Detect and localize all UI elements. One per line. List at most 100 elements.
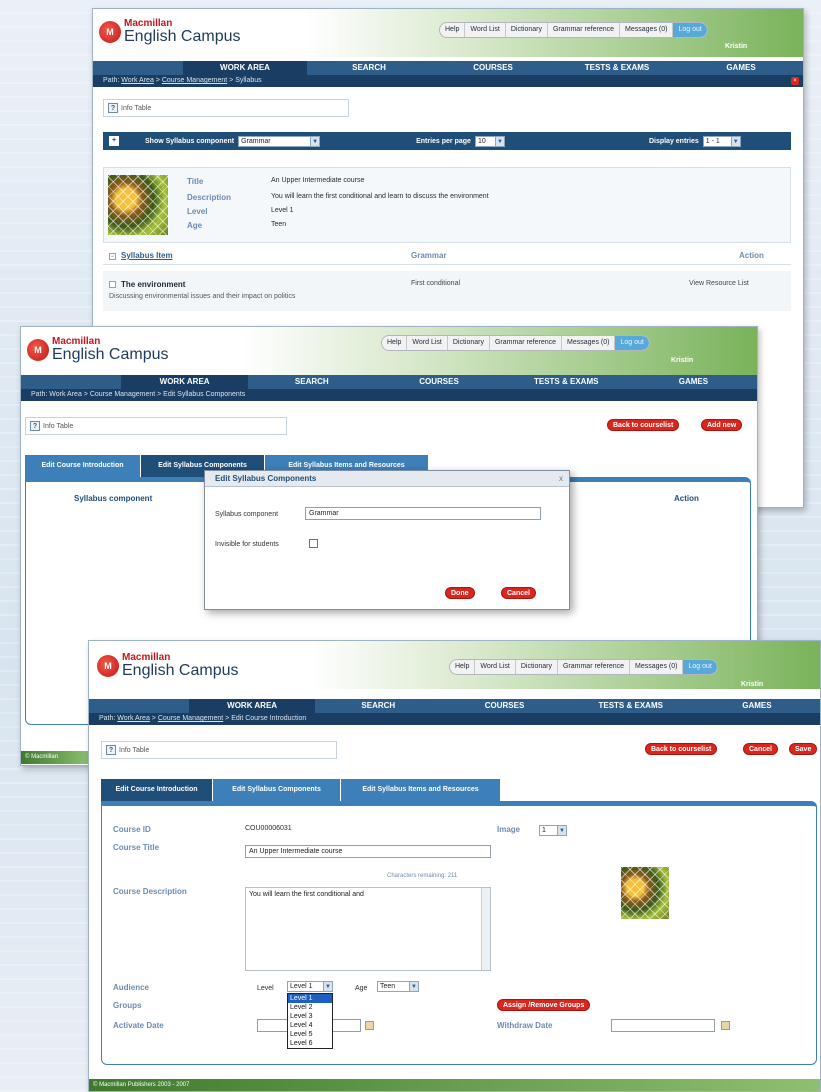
- messages-link[interactable]: Messages (0): [620, 23, 674, 37]
- course-summary: [103, 167, 791, 243]
- tab-edit-syllabus-items[interactable]: Edit Syllabus Items and Resources: [341, 779, 501, 801]
- nav-search[interactable]: SEARCH: [248, 375, 375, 389]
- nav-games[interactable]: GAMES: [694, 699, 820, 713]
- level-option[interactable]: Level 4: [288, 1021, 332, 1030]
- messages-link[interactable]: Messages (0): [562, 336, 616, 350]
- calendar-icon[interactable]: [721, 1021, 730, 1030]
- nav-work-area[interactable]: WORK AREA: [189, 699, 316, 713]
- display-entries-select[interactable]: 1 - 1 ▼: [702, 135, 741, 147]
- add-new-button[interactable]: Add new: [701, 419, 743, 431]
- nav-courses[interactable]: COURSES: [441, 699, 567, 713]
- dictionary-link[interactable]: Dictionary: [448, 336, 490, 350]
- cancel-button[interactable]: Cancel: [743, 743, 778, 755]
- help-icon: ?: [106, 745, 116, 755]
- level-option[interactable]: Level 6: [288, 1039, 332, 1048]
- close-icon[interactable]: ×: [791, 77, 799, 85]
- word-list-link[interactable]: Word List: [407, 336, 448, 350]
- syllabus-component-input[interactable]: Grammar: [305, 507, 541, 520]
- path-work-area-link[interactable]: Work Area: [121, 77, 154, 84]
- level-option[interactable]: Level 1: [288, 994, 332, 1003]
- col-grammar: Grammar: [411, 251, 447, 260]
- age-select[interactable]: Teen ▼: [377, 981, 419, 992]
- view-resource-list-link[interactable]: View Resource List: [689, 280, 749, 287]
- logout-button[interactable]: Log out: [673, 23, 707, 37]
- chevron-down-icon: ▼: [323, 982, 332, 991]
- age-label: Age: [187, 221, 203, 230]
- help-link[interactable]: Help: [450, 660, 476, 674]
- path-prefix: Path:: [103, 77, 122, 84]
- nav-search[interactable]: SEARCH: [307, 61, 431, 75]
- description-scrollbar[interactable]: [481, 888, 490, 970]
- expand-icon[interactable]: +: [109, 136, 119, 146]
- close-icon[interactable]: x: [559, 471, 563, 487]
- logout-button[interactable]: Log out: [683, 660, 717, 674]
- messages-link[interactable]: Messages (0): [630, 660, 684, 674]
- level-value: Level 1: [271, 207, 294, 214]
- level-option[interactable]: Level 2: [288, 1003, 332, 1012]
- withdraw-date-input[interactable]: [611, 1019, 715, 1032]
- calendar-icon[interactable]: [365, 1021, 374, 1030]
- info-table-label: Info Table: [43, 422, 74, 430]
- edit-syllabus-components-dialog: Edit Syllabus Components x Syllabus comp…: [204, 470, 570, 610]
- course-title-input[interactable]: An Upper Intermediate course: [245, 845, 491, 858]
- word-list-link[interactable]: Word List: [475, 660, 516, 674]
- col-syllabus-item[interactable]: Syllabus Item: [121, 251, 173, 260]
- component-select[interactable]: Grammar ▼: [238, 135, 321, 147]
- table-header: − Syllabus Item Grammar Action: [103, 249, 791, 265]
- help-link[interactable]: Help: [382, 336, 408, 350]
- grammar-reference-link[interactable]: Grammar reference: [558, 660, 631, 674]
- assign-remove-groups-button[interactable]: Assign /Remove Groups: [497, 999, 591, 1011]
- tab-edit-syllabus-components[interactable]: Edit Syllabus Components: [213, 779, 341, 801]
- invisible-for-students-checkbox[interactable]: [309, 539, 318, 548]
- dictionary-link[interactable]: Dictionary: [506, 23, 548, 37]
- info-table[interactable]: ? Info Table: [103, 99, 349, 117]
- nav-search[interactable]: SEARCH: [315, 699, 441, 713]
- level-option[interactable]: Level 5: [288, 1030, 332, 1039]
- breadcrumb: Path: Work Area > Course Management > Ed…: [89, 713, 820, 725]
- dictionary-link[interactable]: Dictionary: [516, 660, 558, 674]
- nav-courses[interactable]: COURSES: [431, 61, 555, 75]
- course-description-textarea[interactable]: You will learn the first conditional and: [245, 887, 491, 971]
- save-button[interactable]: Save: [789, 743, 818, 755]
- brand-campus: English Campus: [52, 346, 169, 363]
- back-to-courselist-button[interactable]: Back to courselist: [645, 743, 718, 755]
- help-link[interactable]: Help: [440, 23, 466, 37]
- tab-edit-course-introduction[interactable]: Edit Course Introduction: [25, 455, 141, 477]
- cancel-button[interactable]: Cancel: [501, 587, 536, 599]
- dialog-title: Edit Syllabus Components x: [205, 471, 569, 487]
- level-dropdown-list[interactable]: Level 1 Level 2 Level 3 Level 4 Level 5 …: [287, 993, 333, 1049]
- chevron-down-icon: ▼: [310, 136, 320, 146]
- done-button[interactable]: Done: [445, 587, 475, 599]
- back-to-courselist-button[interactable]: Back to courselist: [607, 419, 680, 431]
- path-course-management-link[interactable]: Course Management: [162, 77, 227, 84]
- nav-work-area[interactable]: WORK AREA: [121, 375, 249, 389]
- invisible-for-students-label: Invisible for students: [215, 541, 279, 548]
- info-table[interactable]: ? Info Table: [25, 417, 287, 435]
- info-table[interactable]: ? Info Table: [101, 741, 337, 759]
- entries-per-page-select[interactable]: 10 ▼: [474, 135, 505, 147]
- col-syllabus-component: Syllabus component: [74, 494, 153, 503]
- grammar-reference-link[interactable]: Grammar reference: [548, 23, 621, 37]
- nav-tests-exams[interactable]: TESTS & EXAMS: [555, 61, 679, 75]
- row-toggle-icon[interactable]: [109, 281, 116, 288]
- logout-button[interactable]: Log out: [615, 336, 649, 350]
- nav-courses[interactable]: COURSES: [375, 375, 502, 389]
- image-label: Image: [497, 825, 521, 834]
- word-list-link[interactable]: Word List: [465, 23, 506, 37]
- nav-tests-exams[interactable]: TESTS & EXAMS: [568, 699, 694, 713]
- grammar-reference-link[interactable]: Grammar reference: [490, 336, 563, 350]
- course-id-value: COU00006031: [245, 825, 292, 832]
- course-image: [621, 867, 669, 919]
- nav-work-area[interactable]: WORK AREA: [183, 61, 307, 75]
- collapse-icon[interactable]: −: [109, 253, 116, 260]
- path-course-management-link[interactable]: Course Management: [158, 715, 223, 722]
- level-select[interactable]: Level 1 ▼: [287, 981, 333, 992]
- path-work-area-link[interactable]: Work Area: [117, 715, 150, 722]
- level-option[interactable]: Level 3: [288, 1012, 332, 1021]
- audience-label: Audience: [113, 983, 150, 992]
- tab-edit-course-introduction[interactable]: Edit Course Introduction: [101, 779, 213, 801]
- nav-tests-exams[interactable]: TESTS & EXAMS: [503, 375, 630, 389]
- nav-games[interactable]: GAMES: [630, 375, 757, 389]
- image-select[interactable]: 1 ▼: [539, 825, 567, 836]
- nav-games[interactable]: GAMES: [679, 61, 803, 75]
